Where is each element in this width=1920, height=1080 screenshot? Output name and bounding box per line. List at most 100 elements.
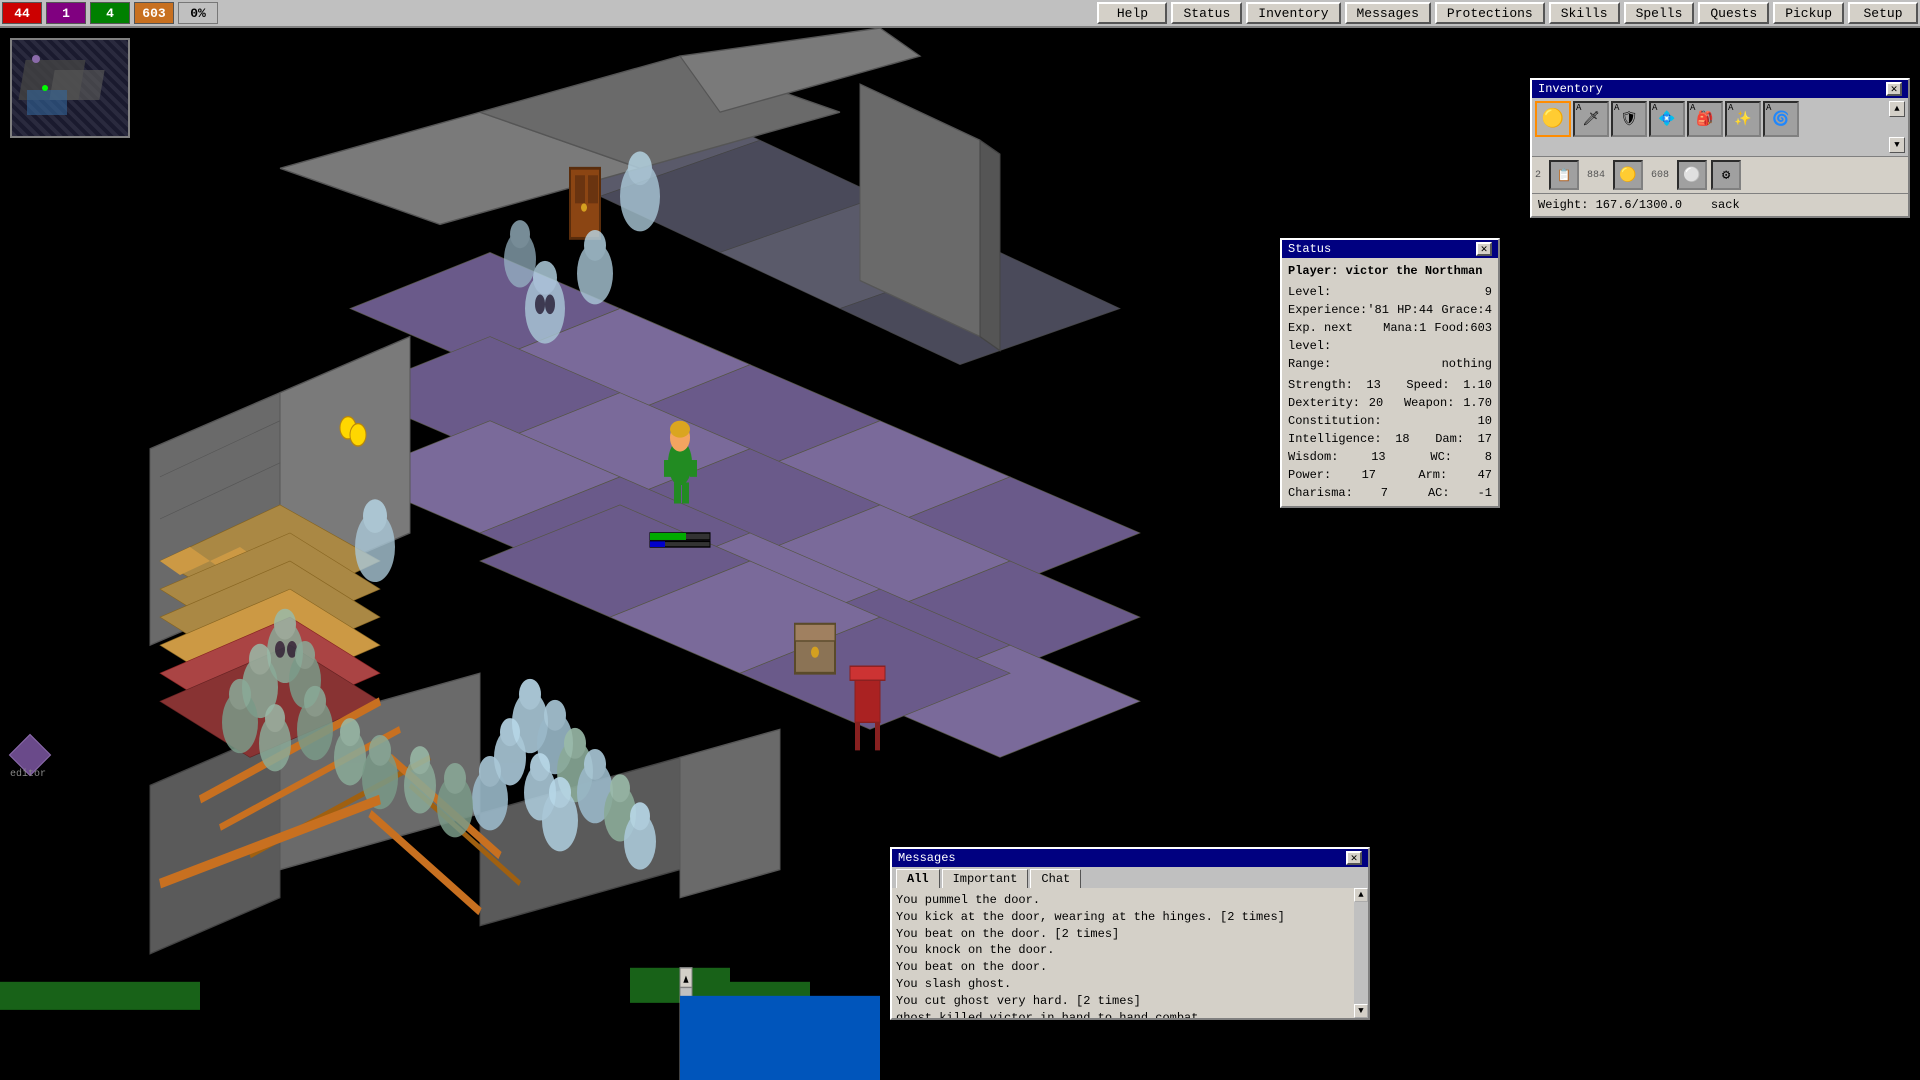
msg-line-7: You cut ghost very hard. [2 times]	[896, 993, 1364, 1010]
messages-button[interactable]: Messages	[1345, 2, 1431, 24]
messages-content: You pummel the door. You kick at the doo…	[892, 888, 1368, 1018]
wpn-val: 1.70	[1463, 394, 1492, 412]
grace-label: Grace:	[1441, 301, 1484, 319]
dex-val: 20	[1369, 394, 1383, 412]
inv-slot-r2-4[interactable]: ⚙	[1711, 160, 1741, 190]
status-content: Player: victor the Northman Level: 9 Exp…	[1282, 258, 1498, 506]
inv-item-scroll: 📋	[1557, 168, 1572, 183]
ac-val: -1	[1478, 484, 1492, 502]
msg-scroll-down[interactable]: ▼	[1354, 1004, 1368, 1018]
int-row: Intelligence: 18 Dam: 17	[1288, 430, 1492, 448]
next-row: Exp. next level: Mana: 1 Food: 603	[1288, 319, 1492, 355]
inv-slot-2[interactable]: A 🗡	[1573, 101, 1609, 137]
con-val: 10	[1478, 412, 1492, 430]
inv-slot-4[interactable]: A 💠	[1649, 101, 1685, 137]
int-val: 18	[1395, 430, 1409, 448]
range-label: Range:	[1288, 355, 1331, 373]
tab-all[interactable]: All	[896, 869, 940, 888]
cha-label: Charisma:	[1288, 484, 1353, 502]
setup-button[interactable]: Setup	[1848, 2, 1918, 24]
exp-val: '81	[1367, 301, 1389, 319]
inventory-button[interactable]: Inventory	[1246, 2, 1340, 24]
spells-button[interactable]: Spells	[1624, 2, 1695, 24]
help-button[interactable]: Help	[1097, 2, 1167, 24]
inv-slot-r2-3[interactable]: ⚪	[1677, 160, 1707, 190]
next-label: Exp. next level:	[1288, 319, 1375, 355]
inventory-close-button[interactable]: ✕	[1886, 82, 1902, 96]
skills-button[interactable]: Skills	[1549, 2, 1620, 24]
inventory-title: Inventory	[1538, 82, 1603, 96]
str-val: 13	[1366, 376, 1380, 394]
inv-item-magic: ✨	[1734, 111, 1751, 128]
dex-label: Dexterity:	[1288, 394, 1360, 412]
exp-label: Experience:	[1288, 301, 1367, 319]
inventory-row2: 2 📋 884 🟡 608 ⚪ ⚙	[1532, 157, 1908, 194]
speed-val: 1.10	[1463, 376, 1492, 394]
dam-label: Dam:	[1435, 430, 1464, 448]
int-label: Intelligence:	[1288, 430, 1382, 448]
pow-label: Power:	[1288, 466, 1331, 484]
sack-text: sack	[1711, 198, 1740, 212]
messages-close-button[interactable]: ✕	[1346, 851, 1362, 865]
inv-label-a3: A	[1652, 103, 1657, 113]
msg-line-6: You slash ghost.	[896, 976, 1364, 993]
inv-slot-6[interactable]: A ✨	[1725, 101, 1761, 137]
exp-row: Experience: '81 HP: 44 Grace: 4	[1288, 301, 1492, 319]
msg-line-1: You pummel the door.	[896, 892, 1364, 909]
tab-important[interactable]: Important	[942, 869, 1029, 888]
arm-val: 47	[1478, 466, 1492, 484]
con-row: Constitution: 10	[1288, 412, 1492, 430]
inv-slot-3[interactable]: A 🛡	[1611, 101, 1647, 137]
str-row: Strength: 13 Speed: 1.10	[1288, 376, 1492, 394]
range-row: Range: nothing	[1288, 355, 1492, 373]
food-badge: 4	[90, 2, 130, 24]
weight-text: Weight: 167.6/1300.0	[1538, 198, 1682, 212]
food-val: 603	[1470, 319, 1492, 355]
dam-val: 17	[1478, 430, 1492, 448]
wc-label: WC:	[1430, 448, 1452, 466]
wis-val: 13	[1371, 448, 1385, 466]
inv-label-a6: A	[1766, 103, 1771, 113]
messages-titlebar: Messages ✕	[892, 849, 1368, 867]
inv-slot-7[interactable]: A 🌀	[1763, 101, 1799, 137]
status-titlebar: Status ✕	[1282, 240, 1498, 258]
protections-button[interactable]: Protections	[1435, 2, 1545, 24]
inventory-titlebar: Inventory ✕	[1532, 80, 1908, 98]
xp-badge: 603	[134, 2, 174, 24]
compass	[15, 740, 45, 770]
status-close-button[interactable]: ✕	[1476, 242, 1492, 256]
str-label: Strength:	[1288, 376, 1353, 394]
pct-badge: 0%	[178, 2, 218, 24]
wis-label: Wisdom:	[1288, 448, 1338, 466]
tab-chat[interactable]: Chat	[1030, 869, 1081, 888]
inv-slot-1[interactable]: 🟡	[1535, 101, 1571, 137]
mana-val: 1	[1419, 319, 1426, 355]
messages-tabs: All Important Chat	[892, 867, 1368, 888]
inv-slot-r2-1[interactable]: 📋	[1549, 160, 1579, 190]
inv-slot-5[interactable]: A 🎒	[1687, 101, 1723, 137]
msg-line-8: ghost killed victor in hand to hand comb…	[896, 1010, 1364, 1018]
food-label: Food:	[1434, 319, 1470, 355]
game-area[interactable]: ▲ ▼ editor Inventory ✕	[0, 28, 1920, 1080]
status-button[interactable]: Status	[1171, 2, 1242, 24]
inv-label-a5: A	[1728, 103, 1733, 113]
msg-line-5: You beat on the door.	[896, 959, 1364, 976]
inv-scroll-up[interactable]: ▲	[1889, 101, 1905, 117]
msg-scroll-up[interactable]: ▲	[1354, 888, 1368, 902]
inv-label-a2: A	[1614, 103, 1619, 113]
player-name: Player: victor the Northman	[1288, 262, 1492, 280]
mana-label: Mana:	[1383, 319, 1419, 355]
inv-label-a4: A	[1690, 103, 1695, 113]
ac-label: AC:	[1428, 484, 1450, 502]
inv-slot-r2-2[interactable]: 🟡	[1613, 160, 1643, 190]
inv-scroll-down[interactable]: ▼	[1889, 137, 1905, 153]
quests-button[interactable]: Quests	[1698, 2, 1769, 24]
hp-badge: 44	[2, 2, 42, 24]
pickup-button[interactable]: Pickup	[1773, 2, 1844, 24]
floor-indicator: editor	[10, 769, 46, 780]
hp-val: 44	[1419, 301, 1433, 319]
msg-line-4: You knock on the door.	[896, 942, 1364, 959]
top-bar: 44 1 4 603 0% Help Status Inventory Mess…	[0, 0, 1920, 28]
messages-title: Messages	[898, 851, 956, 865]
level-val: 9	[1485, 283, 1492, 301]
